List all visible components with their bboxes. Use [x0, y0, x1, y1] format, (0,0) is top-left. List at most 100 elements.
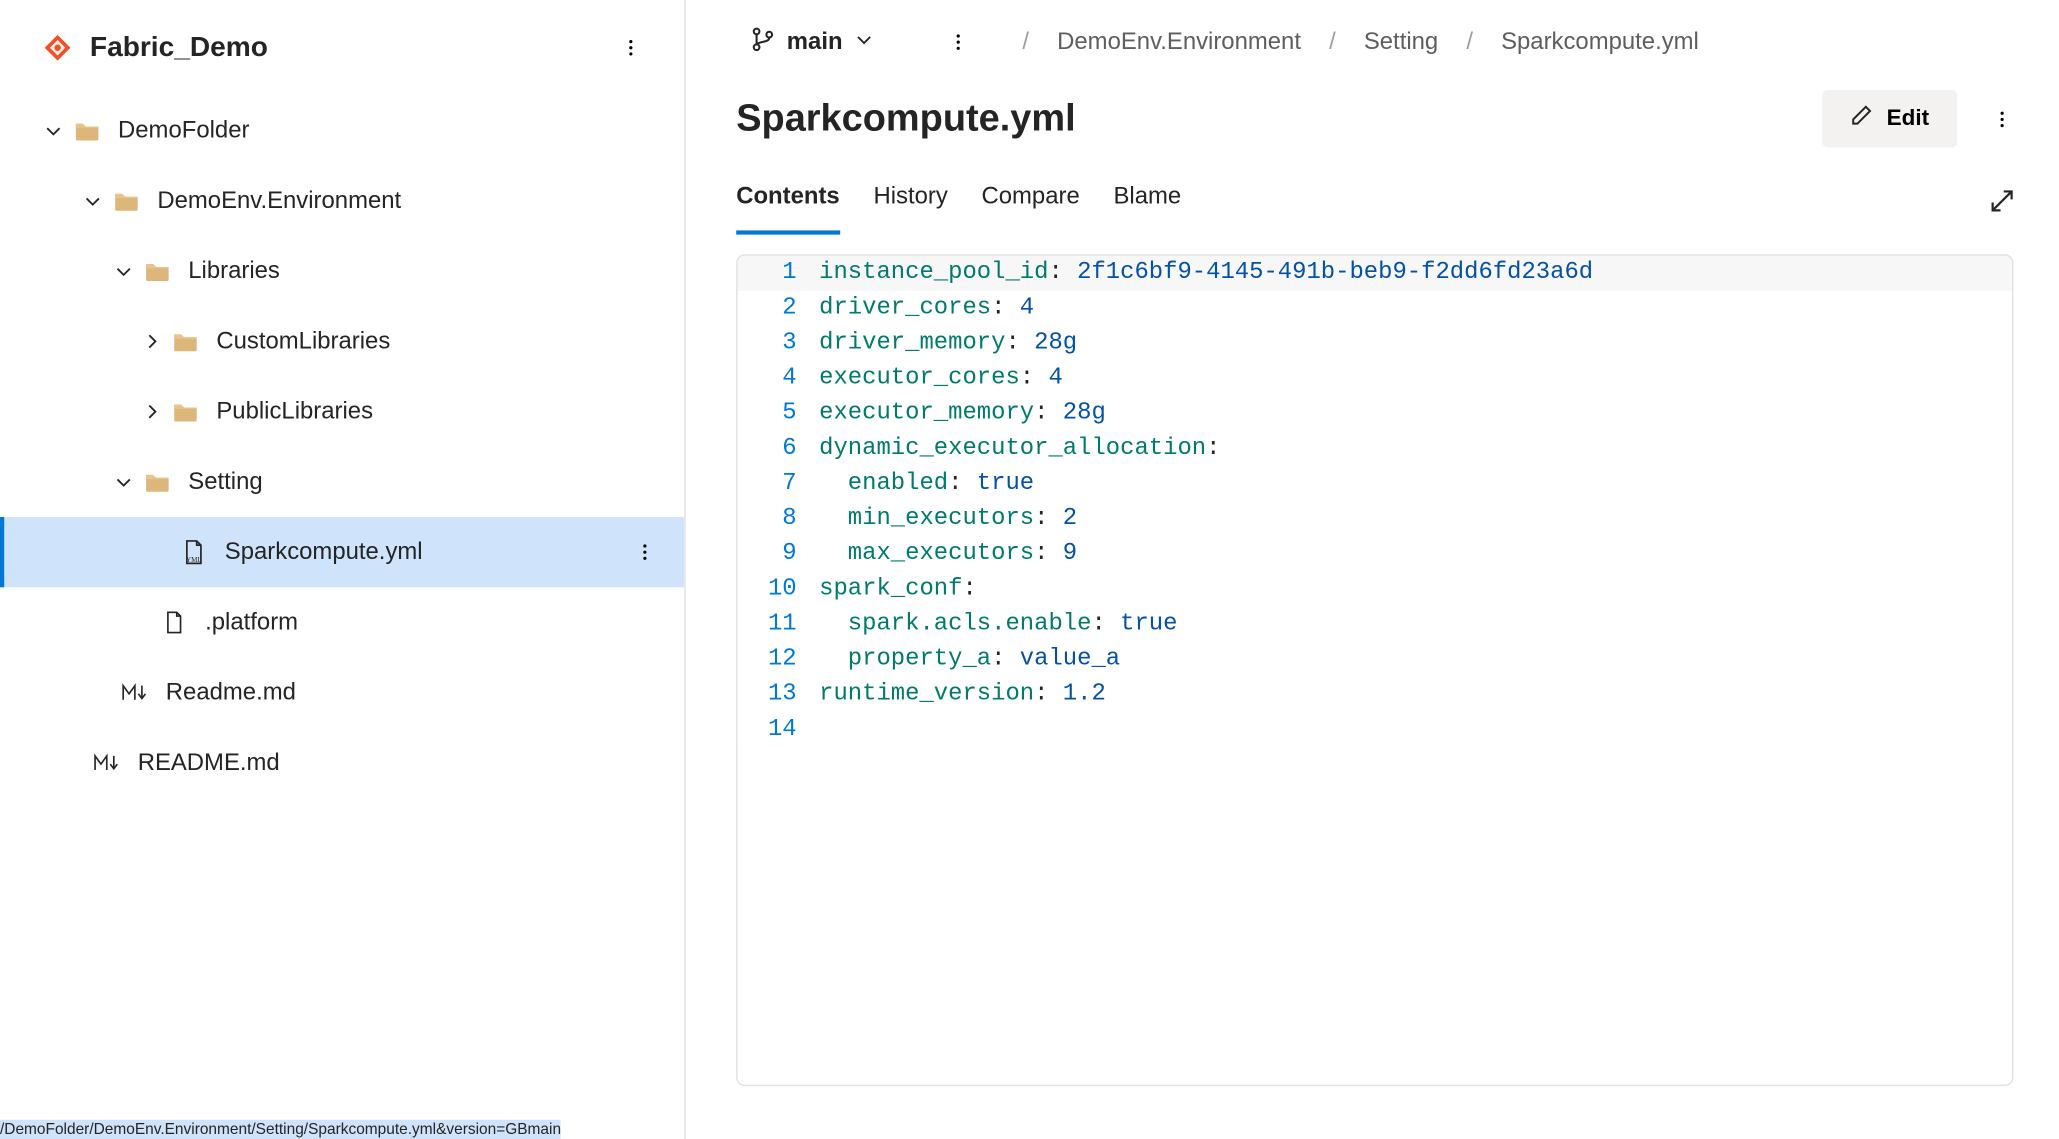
page-title: Sparkcompute.yml	[736, 97, 1799, 141]
code-content: driver_cores: 4	[811, 291, 1034, 326]
line-number: 9	[738, 537, 811, 572]
code-viewer: 1instance_pool_id: 2f1c6bf9-4145-491b-be…	[736, 254, 2013, 1086]
folder-icon	[171, 398, 199, 426]
line-number: 8	[738, 502, 811, 537]
tree-item-label: README.md	[138, 749, 280, 777]
code-line: 5executor_memory: 28g	[738, 396, 2012, 431]
line-number: 7	[738, 466, 811, 501]
file-tree: DemoFolder DemoEnv.Environment Libraries Cu…	[0, 87, 684, 798]
code-content	[811, 712, 819, 747]
code-line: 14	[738, 712, 2012, 747]
branch-name: main	[787, 28, 843, 56]
code-line: 9 max_executors: 9	[738, 537, 2012, 572]
tree-file[interactable]: .platform	[0, 587, 684, 657]
breadcrumb-item[interactable]: Setting	[1364, 28, 1438, 56]
markdown-icon	[121, 679, 149, 707]
code-line: 13runtime_version: 1.2	[738, 677, 2012, 712]
tree-folder[interactable]: CustomLibraries	[0, 306, 684, 376]
tree-item-label: Libraries	[188, 257, 280, 285]
folder-icon	[112, 187, 140, 215]
line-number: 3	[738, 326, 811, 361]
code-line: 8 min_executors: 2	[738, 502, 2012, 537]
branch-icon	[750, 26, 775, 58]
tree-item-label: Readme.md	[166, 679, 296, 707]
folder-icon	[143, 257, 171, 285]
chevron-right-icon[interactable]	[141, 400, 163, 422]
fullscreen-button[interactable]	[1980, 178, 2025, 223]
tree-folder[interactable]: DemoFolder	[0, 96, 684, 166]
code-line: 1instance_pool_id: 2f1c6bf9-4145-491b-be…	[738, 256, 2012, 291]
repo-header: Fabric_Demo	[0, 0, 684, 87]
tree-item-label: .platform	[205, 608, 298, 636]
repo-title: Fabric_Demo	[90, 32, 592, 64]
file-more-button[interactable]	[1980, 96, 2025, 141]
code-content: spark_conf:	[811, 572, 977, 607]
code-line: 7 enabled: true	[738, 466, 2012, 501]
repo-more-button[interactable]	[608, 25, 653, 70]
code-line: 4executor_cores: 4	[738, 361, 2012, 396]
main-panel: main / DemoEnv.Environment / Setting / S…	[686, 0, 2059, 1139]
tree-file[interactable]: YMLSparkcompute.yml	[0, 517, 684, 587]
tree-file[interactable]: Readme.md	[0, 658, 684, 728]
chevron-down-icon[interactable]	[112, 260, 134, 282]
tree-folder[interactable]: PublicLibraries	[0, 377, 684, 447]
tree-item-label: CustomLibraries	[216, 327, 390, 355]
line-number: 6	[738, 431, 811, 466]
code-content: runtime_version: 1.2	[811, 677, 1106, 712]
branch-more-button[interactable]	[935, 20, 980, 65]
code-content: enabled: true	[811, 466, 1034, 501]
markdown-icon	[93, 749, 121, 777]
chevron-down-icon[interactable]	[42, 119, 64, 141]
line-number: 13	[738, 677, 811, 712]
pencil-icon	[1850, 104, 1872, 134]
top-bar: main / DemoEnv.Environment / Setting / S…	[686, 0, 2059, 79]
line-number: 2	[738, 291, 811, 326]
tree-item-label: PublicLibraries	[216, 398, 373, 426]
breadcrumb-current: Sparkcompute.yml	[1501, 28, 1699, 56]
tab-blame[interactable]: Blame	[1113, 182, 1181, 234]
code-line: 10spark_conf:	[738, 572, 2012, 607]
code-content: dynamic_executor_allocation:	[811, 431, 1221, 466]
line-number: 11	[738, 607, 811, 642]
tab-history[interactable]: History	[873, 182, 947, 234]
line-number: 5	[738, 396, 811, 431]
code-line: 12 property_a: value_a	[738, 642, 2012, 677]
breadcrumb-item[interactable]: DemoEnv.Environment	[1057, 28, 1301, 56]
tree-item-label: DemoEnv.Environment	[157, 187, 401, 215]
edit-button[interactable]: Edit	[1822, 90, 1957, 148]
folder-icon	[73, 117, 101, 145]
folder-icon	[171, 327, 199, 355]
chevron-down-icon[interactable]	[81, 190, 103, 212]
branch-selector[interactable]: main	[739, 20, 885, 64]
tree-folder[interactable]: Libraries	[0, 236, 684, 306]
tree-folder[interactable]: Setting	[0, 447, 684, 517]
line-number: 12	[738, 642, 811, 677]
tree-file[interactable]: README.md	[0, 728, 684, 798]
file-header: Sparkcompute.yml Edit	[686, 79, 2059, 148]
breadcrumb-separator: /	[1006, 28, 1046, 56]
folder-icon	[143, 468, 171, 496]
chevron-down-icon[interactable]	[112, 471, 134, 493]
tab-compare[interactable]: Compare	[982, 182, 1080, 234]
chevron-right-icon[interactable]	[141, 330, 163, 352]
tab-contents[interactable]: Contents	[736, 182, 840, 234]
line-number: 14	[738, 712, 811, 747]
code-content: instance_pool_id: 2f1c6bf9-4145-491b-beb…	[811, 256, 1593, 291]
code-content: executor_cores: 4	[811, 361, 1063, 396]
status-bar: /DemoFolder/DemoEnv.Environment/Setting/…	[0, 1120, 561, 1139]
tree-folder[interactable]: DemoEnv.Environment	[0, 166, 684, 236]
code-content: property_a: value_a	[811, 642, 1120, 677]
code-content: driver_memory: 28g	[811, 326, 1077, 361]
code-content: min_executors: 2	[811, 502, 1077, 537]
tree-item-label: DemoFolder	[118, 117, 249, 145]
tree-item-label: Setting	[188, 468, 262, 496]
yml-file-icon: YML	[180, 538, 208, 566]
code-line: 3driver_memory: 28g	[738, 326, 2012, 361]
code-content: spark.acls.enable: true	[811, 607, 1178, 642]
svg-text:YML: YML	[186, 556, 202, 564]
breadcrumb-separator: /	[1312, 28, 1352, 56]
line-number: 10	[738, 572, 811, 607]
edit-button-label: Edit	[1887, 106, 1929, 131]
code-line: 11 spark.acls.enable: true	[738, 607, 2012, 642]
tree-item-more-button[interactable]	[625, 532, 664, 571]
